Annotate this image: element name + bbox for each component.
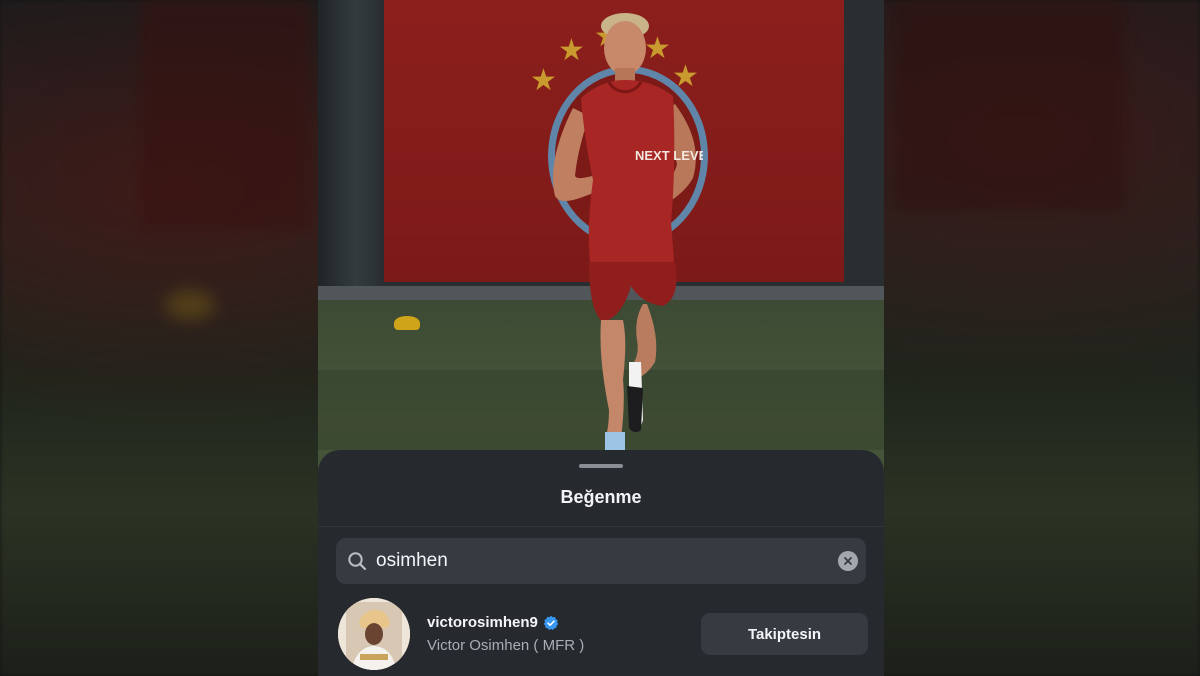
avatar-image (338, 598, 410, 670)
jersey-text: NEXT LEVEL (635, 148, 703, 163)
username[interactable]: victorosimhen9 (427, 614, 538, 631)
sheet-grabber-handle[interactable] (579, 464, 623, 468)
player-figure: NEXT LEVEL (553, 13, 703, 450)
avatar[interactable] (338, 598, 410, 670)
sheet-title: Beğenme (560, 487, 642, 507)
verified-badge-icon (543, 615, 559, 630)
story-screen: ★ ★ ★ ★ ★ (318, 0, 884, 676)
clear-icon (844, 557, 852, 565)
clear-search-button[interactable] (838, 551, 858, 571)
list-item[interactable]: victorosimhen9 Victor Osimhen ( MFR ) Ta… (318, 596, 884, 672)
screen: ★ ★ ★ ★ ★ (0, 0, 1200, 676)
likes-bottom-sheet: Beğenme osimhen victorosimhen9 Victor Os… (318, 450, 884, 676)
search-bar[interactable] (336, 538, 866, 584)
search-input[interactable] (376, 538, 816, 584)
search-icon (348, 552, 367, 571)
following-button[interactable]: Takiptesin (701, 613, 868, 655)
full-name: Victor Osimhen ( MFR ) (427, 637, 585, 654)
photo-pillar (318, 0, 380, 290)
photo-training-cone (394, 316, 420, 330)
sheet-divider (318, 526, 884, 527)
username-line: victorosimhen9 (427, 614, 559, 631)
